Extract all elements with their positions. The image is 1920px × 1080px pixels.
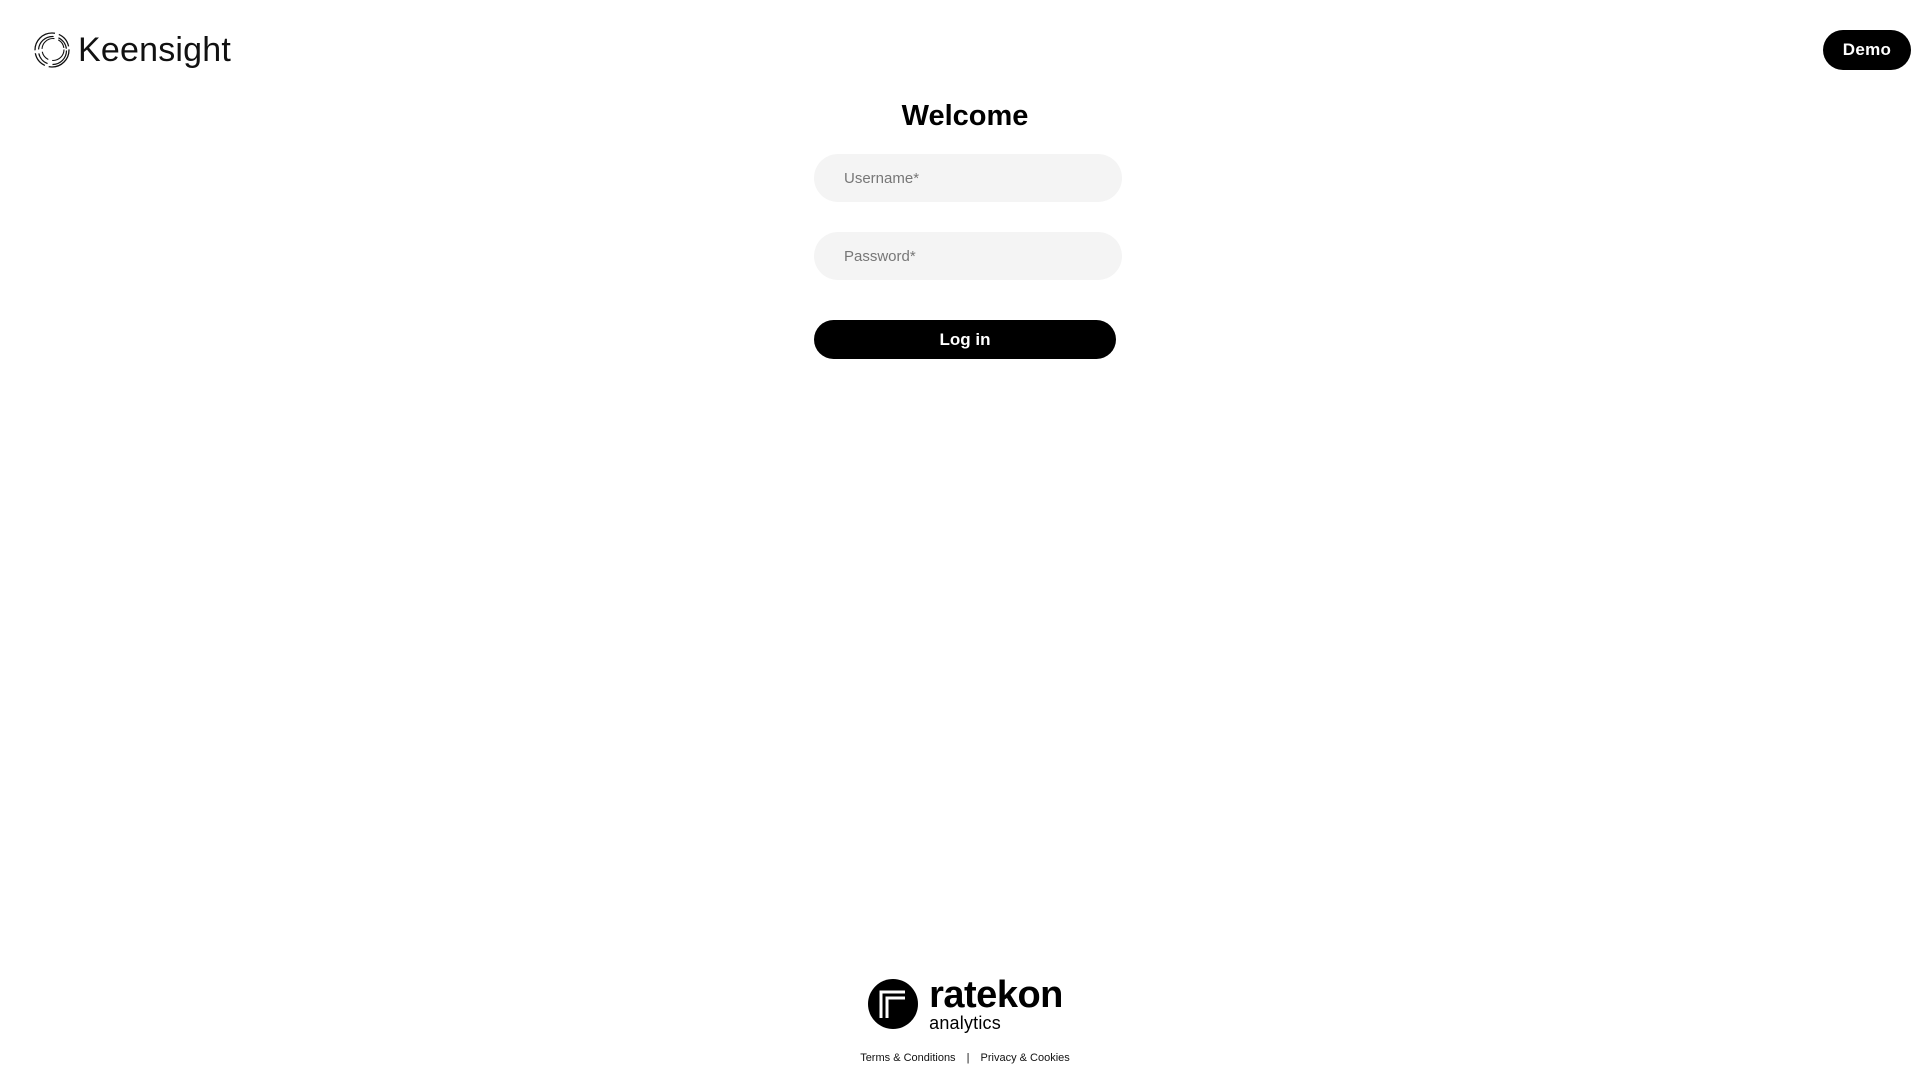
keensight-swirl-icon xyxy=(34,32,70,68)
login-page: Keensight Demo Welcome Log in ratekon an… xyxy=(0,0,1920,1080)
ratekon-circle-icon xyxy=(868,979,919,1029)
brand-logo[interactable]: Keensight xyxy=(32,30,231,70)
demo-button[interactable]: Demo xyxy=(1823,30,1911,70)
footer-logo: ratekon analytics xyxy=(867,976,1063,1032)
username-input[interactable] xyxy=(814,154,1122,202)
page-title: Welcome xyxy=(901,100,1029,132)
footer-logo-subtitle: analytics xyxy=(929,1013,1001,1033)
footer-links: Terms & Conditions | Privacy & Cookies xyxy=(0,1051,1920,1065)
privacy-link[interactable]: Privacy & Cookies xyxy=(981,1052,1070,1064)
login-form: Welcome Log in xyxy=(814,96,1124,359)
footer: ratekon analytics Terms & Conditions | P… xyxy=(0,976,1920,1065)
password-input[interactable] xyxy=(814,232,1122,280)
footer-logo-name: ratekon xyxy=(929,974,1063,1016)
terms-link[interactable]: Terms & Conditions xyxy=(860,1052,955,1064)
brand-name: Keensight xyxy=(78,31,232,69)
footer-logo-text: ratekon analytics xyxy=(929,976,1063,1032)
login-button[interactable]: Log in xyxy=(814,320,1116,359)
footer-separator: | xyxy=(966,1052,970,1064)
